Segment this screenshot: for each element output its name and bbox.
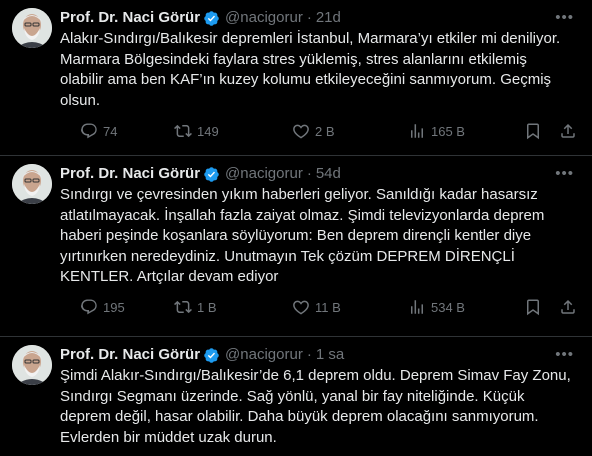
share-icon (561, 123, 575, 138)
tweet-text-line: olabilir ama ben KAF’ın kuzey kolumu etk… (60, 71, 552, 88)
tweet-text-line: Evlerden bir müddet uzak durun. (60, 428, 277, 446)
reply-count: 195 (103, 299, 125, 315)
tweet-actions: 195 1 B 11 B 534 B (60, 297, 580, 317)
tweet-actions: 74 149 2 B 165 B (60, 121, 580, 141)
views-icon (411, 124, 423, 138)
tweet-text-line: atlatılmayacak. İnşallah fazla zaiyat ol… (60, 206, 545, 224)
share-button[interactable] (559, 297, 577, 317)
tweet-text-line: Sındırgı ve çevresinden yıkım haberleri … (60, 186, 538, 203)
like-count: 2 B (315, 123, 335, 139)
retweet-count: 149 (197, 123, 219, 139)
tweet-time[interactable]: 21d (316, 8, 341, 28)
tweet-text: Şimdi Alakır-Sındırgı/Balıkesir’de 6,1 d… (60, 366, 580, 448)
views-count: 534 B (431, 299, 465, 315)
author-name[interactable]: Prof. Dr. Naci Görür (60, 8, 200, 28)
tweet-header: Prof. Dr. Naci Görür @nacigorur · 54d ••… (60, 164, 582, 184)
tweet[interactable]: Prof. Dr. Naci Görür @nacigorur · 1 sa •… (0, 337, 592, 456)
author-name[interactable]: Prof. Dr. Naci Görür (60, 164, 200, 184)
retweet-icon (174, 124, 192, 138)
tweet-time[interactable]: 1 sa (316, 345, 344, 365)
retweet-button[interactable]: 149 (174, 121, 219, 141)
retweet-button[interactable]: 1 B (174, 297, 217, 317)
tweet-text: Sındırgı ve çevresinden yıkım haberleri … (60, 185, 580, 288)
tweet-text-line: deprem değil, hasar olabilir. Daha büyük… (60, 408, 539, 425)
share-button[interactable] (559, 121, 577, 141)
bookmark-icon (527, 299, 539, 316)
bookmark-icon (527, 123, 539, 140)
author-handle[interactable]: @nacigorur (225, 345, 303, 365)
reply-button[interactable]: 74 (80, 121, 117, 141)
tweet-header: Prof. Dr. Naci Görür @nacigorur · 1 sa •… (60, 345, 582, 365)
reply-icon (80, 299, 97, 315)
share-icon (561, 299, 575, 314)
tweet-text-line: haberi peşinde koşanlara söylüyorum: Ben… (60, 227, 532, 244)
avatar[interactable] (12, 345, 52, 385)
tweet[interactable]: Prof. Dr. Naci Görür @nacigorur · 54d ••… (0, 156, 592, 337)
author-name[interactable]: Prof. Dr. Naci Görür (60, 345, 200, 365)
tweet-text-line: Şimdi Alakır-Sındırgı/Balıkesir’de 6,1 d… (60, 367, 571, 384)
more-icon[interactable]: ••• (555, 345, 574, 365)
author-handle[interactable]: @nacigorur (225, 164, 303, 184)
tweet-time[interactable]: 54d (316, 164, 341, 184)
author-handle[interactable]: @nacigorur (225, 8, 303, 28)
reply-button[interactable]: 195 (80, 297, 125, 317)
separator-dot: · (306, 9, 312, 26)
bookmark-button[interactable] (524, 121, 542, 141)
verified-badge-icon (204, 347, 219, 363)
tweet-header: Prof. Dr. Naci Görür @nacigorur · 21d ••… (60, 8, 582, 28)
bookmark-button[interactable] (524, 297, 542, 317)
separator-dot: · (306, 165, 312, 182)
avatar[interactable] (12, 8, 52, 48)
tweet-text-line: yırtınırken neredeydiniz. Unutmayın Tek … (60, 247, 515, 265)
tweet-feed: Prof. Dr. Naci Görür @nacigorur · 21d ••… (0, 0, 592, 456)
tweet-text-line: Alakır-Sındırgı/Balıkesir depremleri İst… (60, 30, 561, 47)
views-button[interactable]: 534 B (408, 297, 465, 317)
views-count: 165 B (431, 123, 465, 139)
retweet-icon (174, 300, 192, 314)
views-icon (411, 300, 423, 314)
retweet-count: 1 B (197, 299, 217, 315)
verified-badge-icon (204, 166, 219, 182)
more-icon[interactable]: ••• (555, 8, 574, 28)
more-icon[interactable]: ••• (555, 164, 574, 184)
like-button[interactable]: 2 B (292, 121, 335, 141)
separator-dot: · (306, 346, 312, 363)
views-button[interactable]: 165 B (408, 121, 465, 141)
tweet-text-line: Marmara Bölgesindeki faylara stres yükle… (60, 50, 527, 68)
heart-icon (293, 124, 309, 139)
tweet-text: Alakır-Sındırgı/Balıkesir depremleri İst… (60, 29, 580, 111)
tweet-text-line: KENTLER. Artçılar devam ediyor (60, 268, 279, 285)
heart-icon (293, 300, 309, 315)
tweet[interactable]: Prof. Dr. Naci Görür @nacigorur · 21d ••… (0, 0, 592, 156)
tweet-text-line: olsun. (60, 91, 101, 109)
like-count: 11 B (315, 299, 341, 315)
avatar[interactable] (12, 164, 52, 204)
like-button[interactable]: 11 B (292, 297, 341, 317)
verified-badge-icon (204, 10, 219, 26)
reply-count: 74 (103, 123, 118, 139)
reply-icon (80, 123, 97, 139)
tweet-text-line: Sındırgı Segmanı üzerinde. Sağ yönlü, ya… (60, 387, 525, 405)
